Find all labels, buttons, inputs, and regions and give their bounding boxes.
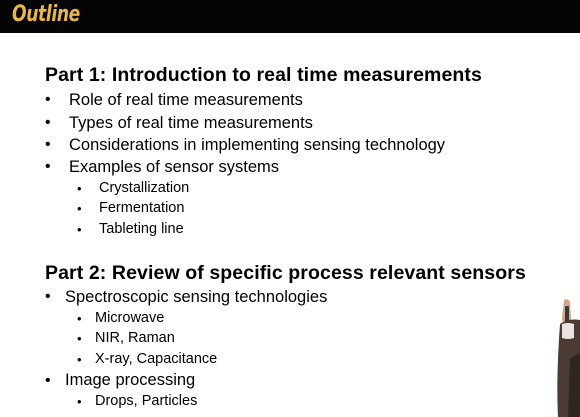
part2-title: Part 2: Review of specific process relev… [45, 262, 526, 284]
bullet-icon: • [45, 372, 51, 389]
part1-item-4: Examples of sensor systems [69, 158, 279, 176]
part1-subitem-1: Crystallization [99, 180, 190, 196]
bullet-icon: • [77, 394, 82, 409]
bullet-icon: • [45, 91, 51, 108]
part2-item-2: Image processing [65, 371, 196, 389]
bullet-icon: • [45, 136, 51, 153]
part1-item-3: Considerations in implementing sensing t… [69, 136, 446, 154]
part1-subitem-3: Tableting line [99, 221, 184, 237]
bullet-icon: • [45, 288, 51, 305]
slide-title: Outline [12, 2, 80, 27]
part1-subitem-2: Fermentation [99, 200, 185, 216]
header-bar: Outline [0, 0, 580, 33]
part1-item-1: Role of real time measurements [69, 91, 303, 109]
part2-subitem-2: NIR, Raman [95, 330, 175, 346]
bullet-icon: • [45, 114, 51, 131]
slide: Outline Part 1: Introduction to real tim… [0, 0, 580, 417]
part2-subitem-3: X-ray, Capacitance [95, 351, 218, 367]
speaker-image [556, 298, 580, 417]
bullet-icon: • [77, 331, 82, 346]
part2-item-1: Spectroscopic sensing technologies [65, 288, 328, 306]
part2-subitem-1: Microwave [95, 310, 165, 326]
bullet-icon: • [77, 352, 82, 367]
bullet-icon: • [45, 158, 51, 175]
part1-title: Part 1: Introduction to real time measur… [45, 64, 482, 86]
bullet-icon: • [77, 222, 82, 237]
bullet-icon: • [77, 311, 82, 326]
speaker-figure [556, 298, 580, 417]
part1-item-2: Types of real time measurements [69, 114, 313, 132]
bullet-icon: • [77, 201, 82, 216]
bullet-icon: • [77, 181, 82, 196]
part2-subitem-4: Drops, Particles [95, 393, 198, 409]
